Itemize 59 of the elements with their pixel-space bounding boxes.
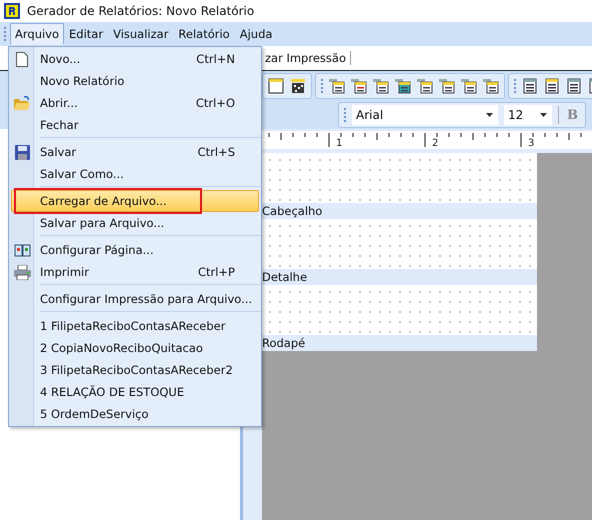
menu-item[interactable]: 3 FilipetaReciboContasAReceber2 — [9, 359, 261, 381]
menu-item[interactable]: Relatório — [173, 23, 235, 45]
menu-item[interactable]: Carregar de Arquivo... — [11, 190, 259, 212]
menu-item[interactable]: 5 OrdemDeServiço — [9, 403, 261, 425]
book-icon — [14, 243, 30, 257]
grip-handle[interactable] — [4, 27, 6, 41]
menu-item[interactable]: Abrir... Ctrl+O — [9, 92, 261, 114]
menu-item[interactable]: Visualizar — [108, 23, 174, 45]
band-label: Rodapé — [262, 335, 537, 351]
caret-icon — [540, 113, 547, 117]
table-icon[interactable] — [268, 78, 284, 94]
menu-item[interactable]: 1 FilipetaReciboContasAReceber — [9, 315, 261, 337]
tool-icon[interactable] — [439, 78, 455, 94]
list-icon[interactable] — [522, 78, 538, 94]
tool-icon[interactable] — [329, 78, 345, 94]
menu-item[interactable]: 4 RELAÇÃO DE ESTOQUE — [9, 381, 261, 403]
tool-icon[interactable] — [461, 78, 477, 94]
menu-item[interactable]: Editar — [64, 23, 108, 45]
list-icon[interactable] — [566, 78, 582, 94]
printer-icon — [14, 264, 30, 280]
band-label: Cabeçalho — [262, 203, 537, 219]
ruler-label: 3 — [528, 138, 534, 149]
menu-item[interactable]: Novo Relatório — [9, 70, 261, 92]
pattern-icon[interactable] — [290, 78, 306, 94]
tool-icon[interactable] — [417, 78, 433, 94]
grip-handle[interactable] — [514, 79, 516, 93]
tab[interactable]: zar Impressão — [265, 51, 351, 65]
grip-handle[interactable] — [344, 108, 346, 122]
menu-item[interactable]: Configurar Página... — [9, 239, 261, 261]
shortcut-text: Ctrl+P — [198, 265, 235, 279]
tool-icon[interactable] — [395, 78, 411, 94]
window-title: Gerador de Relatórios: Novo Relatório — [27, 4, 254, 18]
shortcut-text: Ctrl+N — [196, 52, 235, 66]
menu-item[interactable]: Configurar Impressão para Arquivo... — [9, 288, 261, 310]
menu-item[interactable]: 2 CopiaNovoReciboQuitacao — [9, 337, 261, 359]
menu-item[interactable]: Novo... Ctrl+N — [9, 48, 261, 70]
caret-icon — [486, 113, 493, 117]
document-icon — [16, 52, 28, 66]
menu-item[interactable]: Ajuda — [234, 23, 278, 45]
menu-item[interactable]: Salvar para Arquivo... — [9, 212, 261, 234]
shortcut-text: Ctrl+O — [196, 96, 235, 110]
menu-item[interactable]: Imprimir Ctrl+P — [9, 261, 261, 283]
grip-handle[interactable] — [321, 79, 323, 93]
tool-icon[interactable] — [483, 78, 499, 94]
menu-item[interactable]: Fechar — [9, 114, 261, 136]
folder-icon — [13, 96, 31, 110]
menu-item[interactable]: Arquivo — [10, 23, 64, 45]
size-dropdown[interactable]: 12 — [504, 105, 552, 125]
tool-icon[interactable] — [351, 78, 367, 94]
list-icon[interactable] — [544, 78, 560, 94]
ruler-label: 1 — [336, 138, 342, 149]
font-dropdown[interactable]: Arial — [352, 105, 498, 125]
shortcut-text: Ctrl+S — [198, 145, 235, 159]
app-logo-icon — [4, 3, 20, 19]
ruler-label: 2 — [432, 138, 438, 149]
tool-icon[interactable] — [373, 78, 389, 94]
band-label: Detalhe — [262, 269, 537, 285]
menu-item[interactable]: Salvar Ctrl+S — [9, 141, 261, 163]
menu-item[interactable]: Salvar Como... — [9, 163, 261, 185]
